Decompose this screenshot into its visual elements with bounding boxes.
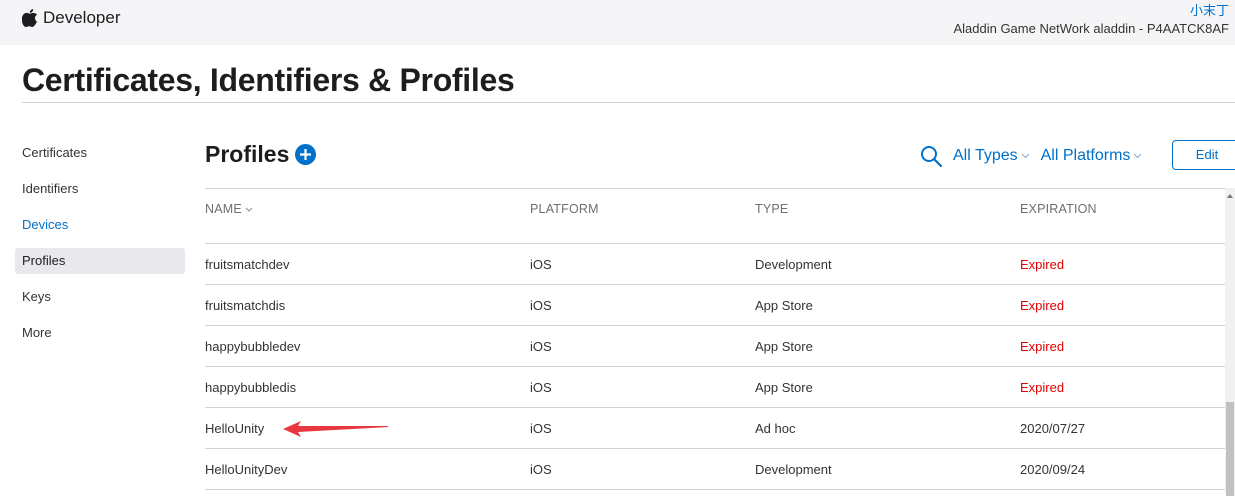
chevron-down-icon	[1134, 153, 1142, 159]
cell-platform: iOS	[530, 421, 552, 436]
page-title: Certificates, Identifiers & Profiles	[22, 62, 515, 98]
cell-expiration: Expired	[1020, 298, 1065, 313]
table-row[interactable]: fruitsmatchdev iOS Development Expired	[205, 244, 1225, 285]
column-header-type[interactable]: TYPE	[755, 202, 788, 216]
filter-all-platforms-label: All Platforms	[1040, 147, 1131, 164]
cell-expiration: 2020/07/27	[1020, 421, 1086, 436]
user-name-link[interactable]: 小末丁	[1190, 0, 1229, 19]
sidebar-item-devices[interactable]: Devices	[15, 212, 185, 238]
sidebar-item-keys[interactable]: Keys	[15, 284, 185, 310]
column-header-expiration[interactable]: EXPIRATION	[1020, 202, 1097, 216]
column-header-name-label: NAME	[205, 202, 242, 216]
cell-platform: iOS	[530, 257, 552, 272]
cell-type: Ad hoc	[755, 421, 796, 436]
cell-type: App Store	[755, 339, 813, 354]
brand-label: Developer	[43, 8, 121, 27]
chevron-down-icon	[1021, 153, 1029, 159]
sidebar: Certificates Identifiers Devices Profile…	[15, 140, 185, 356]
cell-type: Development	[755, 462, 832, 477]
edit-button[interactable]: Edit	[1172, 140, 1235, 170]
section-title-label: Profiles	[205, 141, 290, 167]
chevron-down-icon	[245, 207, 253, 212]
column-header-platform[interactable]: PLATFORM	[530, 202, 599, 216]
plus-icon	[300, 149, 312, 160]
scroll-up-arrow-icon[interactable]	[1227, 194, 1233, 198]
cell-type: App Store	[755, 298, 813, 313]
table-row[interactable]: HelloUnityDev iOS Development 2020/09/24	[205, 449, 1225, 490]
cell-expiration: Expired	[1020, 257, 1065, 272]
top-bar: Developer 小末丁 Aladdin Game NetWork aladd…	[0, 0, 1235, 45]
filter-all-types-label: All Types	[953, 147, 1018, 164]
red-arrow-icon	[283, 421, 388, 437]
sidebar-item-certificates[interactable]: Certificates	[15, 140, 185, 166]
search-icon[interactable]	[919, 144, 943, 168]
cell-platform: iOS	[530, 298, 552, 313]
cell-platform: iOS	[530, 339, 552, 354]
cell-type: Development	[755, 257, 832, 272]
title-divider	[22, 102, 1235, 103]
sidebar-item-profiles[interactable]: Profiles	[15, 248, 185, 274]
add-profile-button[interactable]	[295, 144, 317, 165]
cell-type: App Store	[755, 380, 813, 395]
cell-expiration: Expired	[1020, 339, 1065, 354]
scrollbar-thumb[interactable]	[1226, 402, 1234, 496]
filter-bar: All Types All Platforms	[919, 144, 1153, 168]
filter-all-platforms[interactable]: All Platforms	[1041, 147, 1143, 165]
table-header: NAME PLATFORM TYPE EXPIRATION	[205, 188, 1225, 244]
table-row[interactable]: happybubbledis iOS App Store Expired	[205, 367, 1225, 408]
sidebar-item-identifiers[interactable]: Identifiers	[15, 176, 185, 202]
cell-platform: iOS	[530, 380, 552, 395]
cell-expiration: 2020/09/24	[1020, 462, 1086, 477]
cell-name: HelloUnity	[205, 421, 265, 436]
table-row[interactable]: fruitsmatchdis iOS App Store Expired	[205, 285, 1225, 326]
column-header-name[interactable]: NAME	[205, 202, 253, 216]
profiles-table: NAME PLATFORM TYPE EXPIRATION fruitsmatc…	[205, 188, 1225, 490]
section-title: Profiles	[205, 141, 317, 168]
cell-name: fruitsmatchdis	[205, 298, 286, 313]
cell-name: HelloUnityDev	[205, 462, 288, 477]
cell-name: fruitsmatchdev	[205, 257, 290, 272]
cell-expiration: Expired	[1020, 380, 1065, 395]
vertical-scrollbar[interactable]	[1225, 188, 1235, 496]
table-row[interactable]: happybubbledev iOS App Store Expired	[205, 326, 1225, 367]
cell-platform: iOS	[530, 462, 552, 477]
developer-brand[interactable]: Developer	[22, 8, 121, 28]
apple-logo-icon	[22, 9, 38, 27]
team-label: Aladdin Game NetWork aladdin - P4AATCK8A…	[953, 21, 1229, 36]
cell-name: happybubbledis	[205, 380, 297, 395]
sidebar-item-more[interactable]: More	[15, 320, 185, 346]
filter-all-types[interactable]: All Types	[953, 147, 1030, 165]
cell-name: happybubbledev	[205, 339, 301, 354]
